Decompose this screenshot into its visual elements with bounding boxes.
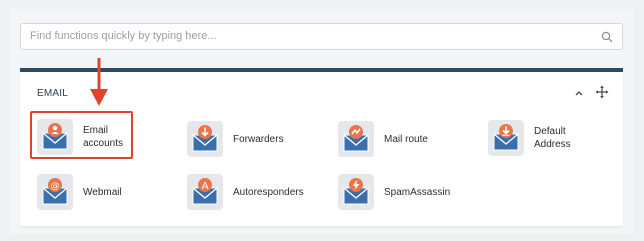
search-input[interactable]: Find functions quickly by typing here... [20, 23, 623, 50]
search-icon[interactable] [601, 31, 613, 43]
item-label: Webmail [83, 186, 122, 198]
svg-text:A: A [202, 181, 209, 192]
svg-text:@: @ [51, 182, 60, 192]
item-mail-route[interactable]: Mail route [338, 119, 428, 159]
highlight-box [30, 111, 133, 159]
move-icon[interactable] [595, 85, 609, 99]
webmail-icon: @ [37, 174, 73, 210]
item-autoresponders[interactable]: A Autoresponders [187, 172, 304, 212]
item-label: Autoresponders [233, 186, 304, 198]
item-spamassassin[interactable]: SpamAssassin [338, 172, 450, 212]
item-default-address[interactable]: Default Address [488, 118, 571, 158]
panel-title: EMAIL [37, 88, 69, 99]
autoresponders-icon: A [187, 174, 223, 210]
mail-route-icon [338, 121, 374, 157]
spamassassin-icon [338, 174, 374, 210]
arrow-down-icon [90, 58, 108, 106]
item-label: Mail route [384, 133, 428, 145]
item-label: Forwarders [233, 133, 284, 145]
chevron-up-icon[interactable] [573, 87, 585, 99]
item-webmail[interactable]: @ Webmail [37, 172, 122, 212]
item-forwarders[interactable]: Forwarders [187, 119, 284, 159]
item-label: SpamAssassin [384, 186, 451, 198]
search-placeholder: Find functions quickly by typing here... [30, 30, 217, 42]
forwarders-icon [187, 121, 223, 157]
default-address-icon [488, 120, 524, 156]
item-label: Default Address [534, 126, 571, 150]
